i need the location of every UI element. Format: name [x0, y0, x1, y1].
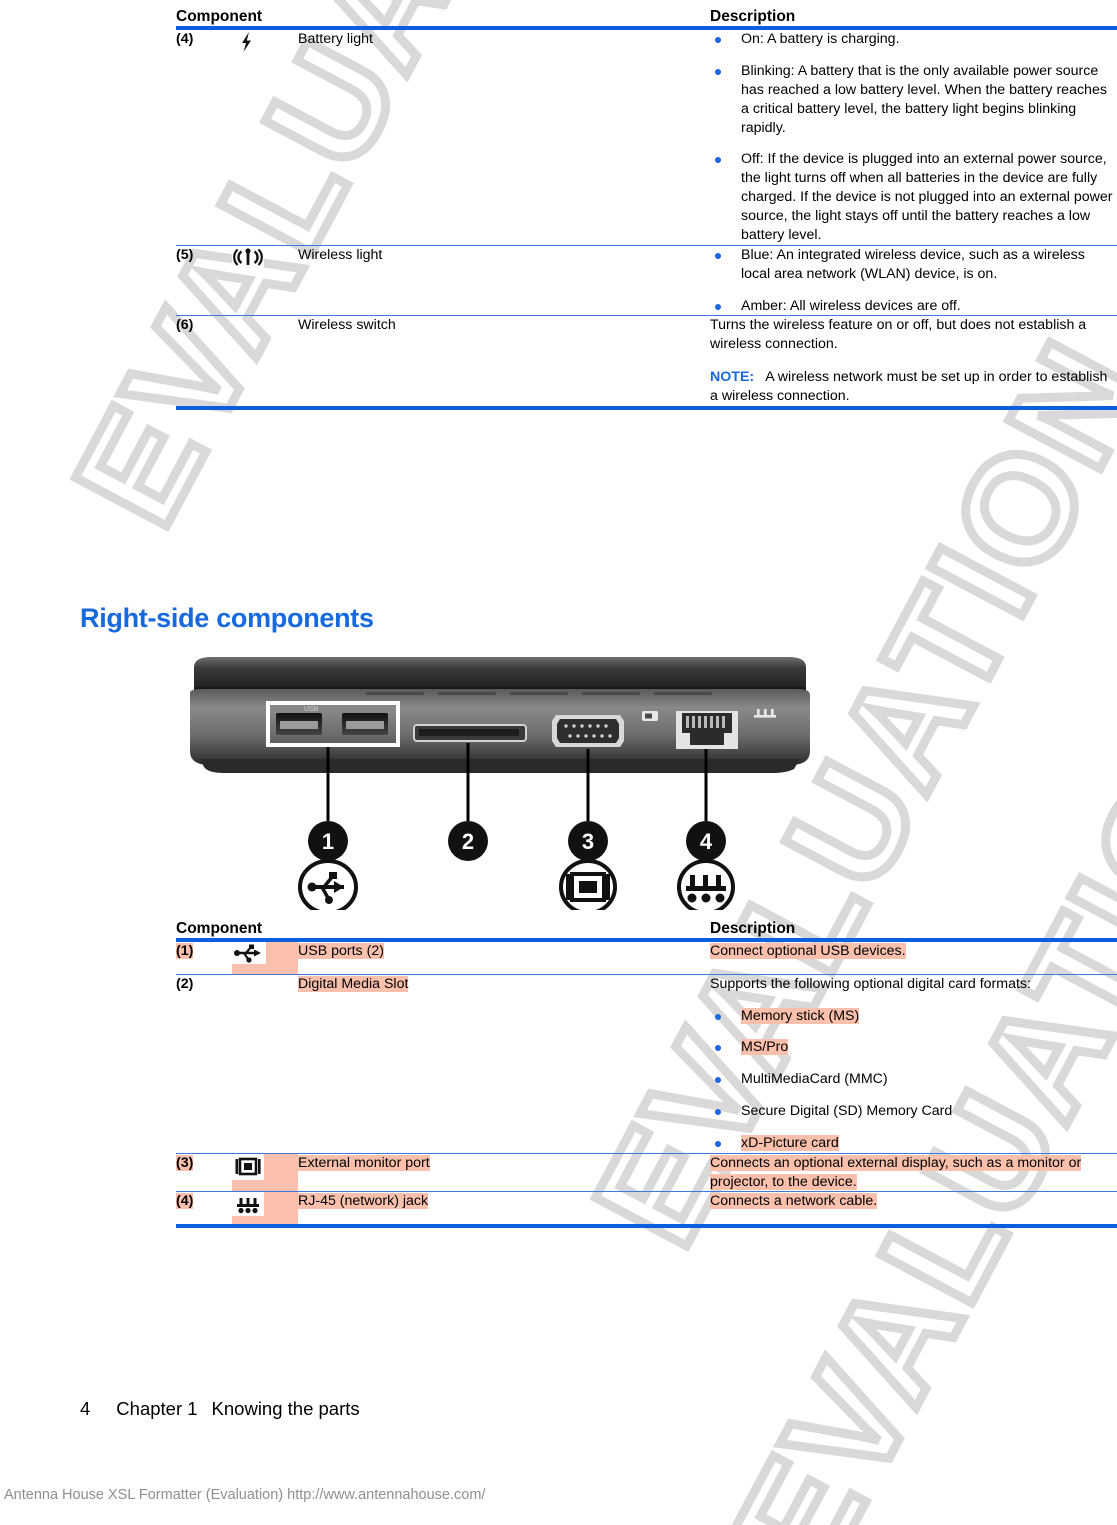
list-item: On: A battery is charging. — [710, 30, 1117, 49]
row-description-cell: Blue: An integrated wireless device, suc… — [702, 245, 1117, 317]
rj45-network-symbol — [677, 859, 735, 915]
bottom-components-table: Component Description (1) USB ports (2) … — [176, 920, 1117, 1229]
row-component-name: Digital Media Slot — [298, 974, 702, 1154]
note-paragraph: NOTE: A wireless network must be set up … — [710, 368, 1117, 406]
page-number: 4 — [80, 1398, 91, 1419]
top-components-table: Component Description (4) Battery light … — [176, 8, 1117, 410]
row-icon-cell — [232, 1191, 298, 1229]
column-header-component: Component — [176, 920, 702, 942]
description-paragraph: Turns the wireless feature on or off, bu… — [710, 317, 1087, 353]
row-number-text: (4) — [176, 1193, 194, 1210]
svg-text:1: 1 — [322, 829, 334, 854]
row-component-name: RJ-45 (network) jack — [298, 1191, 702, 1229]
list-item: Amber: All wireless devices are off. — [710, 297, 1117, 316]
description-text: Connect optional USB devices. — [710, 943, 906, 959]
row-number: (3) — [176, 1153, 232, 1193]
card-formats-list: Memory stick (MS) MS/Pro MultiMediaCard … — [710, 1007, 1117, 1153]
row-icon-cell — [232, 28, 298, 246]
rj45-network-icon — [232, 1192, 266, 1218]
row-description-cell: On: A battery is charging. Blinking: A b… — [702, 28, 1117, 246]
row-icon-cell — [232, 940, 298, 975]
table-row: (2) Digital Media Slot Supports the foll… — [176, 974, 1117, 1154]
list-item: Memory stick (MS) — [710, 1007, 1117, 1026]
column-header-description: Description — [702, 8, 1117, 30]
table-row: (4) RJ-45 (network) jack Connects a netw… — [176, 1191, 1117, 1229]
svg-text:2: 2 — [462, 829, 474, 854]
row-number: (4) — [176, 28, 232, 246]
row-icon-cell — [232, 974, 298, 1154]
row-component-name: Wireless light — [298, 245, 702, 317]
row-component-name: External monitor port — [298, 1153, 702, 1193]
description-text: Connects a network cable. — [710, 1193, 878, 1210]
note-text: A wireless network must be set up in ord… — [710, 369, 1108, 404]
table-row: (4) Battery light On: A battery is charg — [176, 28, 1117, 246]
component-name-text: USB ports (2) — [298, 943, 384, 959]
list-item-text: MS/Pro — [741, 1039, 789, 1056]
page-footer: 4 Chapter 1 Knowing the parts — [80, 1398, 360, 1420]
table-row: (1) USB ports (2) Connect optional USB d… — [176, 940, 1117, 975]
row-icon-cell — [232, 1153, 298, 1193]
row-number: (6) — [176, 315, 232, 410]
row-number: (5) — [176, 245, 232, 317]
list-item: Blinking: A battery that is the only ava… — [710, 62, 1117, 138]
table-header-row: Component Description — [176, 8, 1117, 30]
list-item-text: Memory stick (MS) — [741, 1007, 860, 1024]
chapter-title: Knowing the parts — [211, 1398, 360, 1419]
wireless-antenna-icon — [232, 245, 266, 272]
row-description-cell: Connect optional USB devices. — [702, 940, 1117, 975]
column-header-description: Description — [702, 920, 1117, 942]
column-header-component: Component — [176, 8, 702, 30]
row-number: (4) — [176, 1191, 232, 1229]
row-icon-cell — [232, 245, 298, 317]
component-name-text: Digital Media Slot — [298, 975, 409, 992]
row-component-name: Battery light — [298, 28, 702, 246]
document-page: Component Description (4) Battery light … — [0, 0, 1117, 1525]
chapter-label: Chapter 1 — [116, 1398, 198, 1419]
row-description-cell: Connects a network cable. — [702, 1191, 1117, 1229]
usb-symbol — [298, 859, 358, 915]
right-side-laptop-illustration: USB 1 2 3 4 — [176, 655, 836, 915]
list-item: MS/Pro — [710, 1038, 1117, 1057]
table-row: (5) Wireless light Blue: An integrated w… — [176, 245, 1117, 317]
list-item: MultiMediaCard (MMC) — [710, 1070, 1117, 1089]
evaluation-watermark-footer: Antenna House XSL Formatter (Evaluation)… — [4, 1487, 486, 1503]
row-number: (2) — [176, 974, 232, 1154]
list-item: Secure Digital (SD) Memory Card — [710, 1102, 1117, 1121]
bottom-components-table-container: Component Description (1) USB ports (2) … — [176, 920, 1117, 1229]
list-item-text: Secure Digital (SD) Memory Card — [741, 1103, 953, 1120]
row-number: (1) — [176, 940, 232, 975]
table-row: (3) External monitor port Connects an op… — [176, 1153, 1117, 1193]
external-monitor-icon — [232, 1153, 266, 1180]
svg-text:3: 3 — [582, 829, 594, 854]
svg-text:USB: USB — [304, 706, 319, 713]
note-label: NOTE: — [710, 369, 755, 386]
list-item: xD-Picture card — [710, 1134, 1117, 1153]
top-components-table-container: Component Description (4) Battery light … — [176, 8, 1117, 410]
battery-lightning-icon — [232, 30, 266, 56]
list-item: Off: If the device is plugged into an ex… — [710, 150, 1117, 244]
table-row: (6) Wireless switch Turns the wireless f… — [176, 315, 1117, 410]
description-bullet-list: On: A battery is charging. Blinking: A b… — [710, 30, 1117, 245]
svg-text:4: 4 — [700, 829, 713, 854]
row-component-name: USB ports (2) — [298, 940, 702, 975]
table-header-row: Component Description — [176, 920, 1117, 942]
description-paragraph: Supports the following optional digital … — [710, 975, 1031, 992]
row-component-name: Wireless switch — [298, 315, 702, 410]
external-monitor-symbol — [559, 859, 617, 915]
list-item: Blue: An integrated wireless device, suc… — [710, 246, 1117, 284]
description-text: Connects an optional external display, s… — [710, 1154, 1082, 1190]
row-description-cell: Connects an optional external display, s… — [702, 1153, 1117, 1193]
page-title: Right-side components — [80, 603, 374, 633]
usb-icon — [232, 942, 266, 968]
list-item-text: MultiMediaCard (MMC) — [741, 1071, 888, 1088]
component-name-text: External monitor port — [298, 1154, 430, 1171]
description-bullet-list: Blue: An integrated wireless device, suc… — [710, 246, 1117, 316]
row-icon-cell — [232, 315, 298, 410]
row-description-cell: Turns the wireless feature on or off, bu… — [702, 315, 1117, 410]
row-number-text: (3) — [176, 1154, 194, 1171]
row-number-text: (1) — [176, 943, 194, 959]
list-item-text: xD-Picture card — [741, 1135, 839, 1152]
row-description-cell: Supports the following optional digital … — [702, 974, 1117, 1154]
component-name-text: RJ-45 (network) jack — [298, 1193, 429, 1210]
